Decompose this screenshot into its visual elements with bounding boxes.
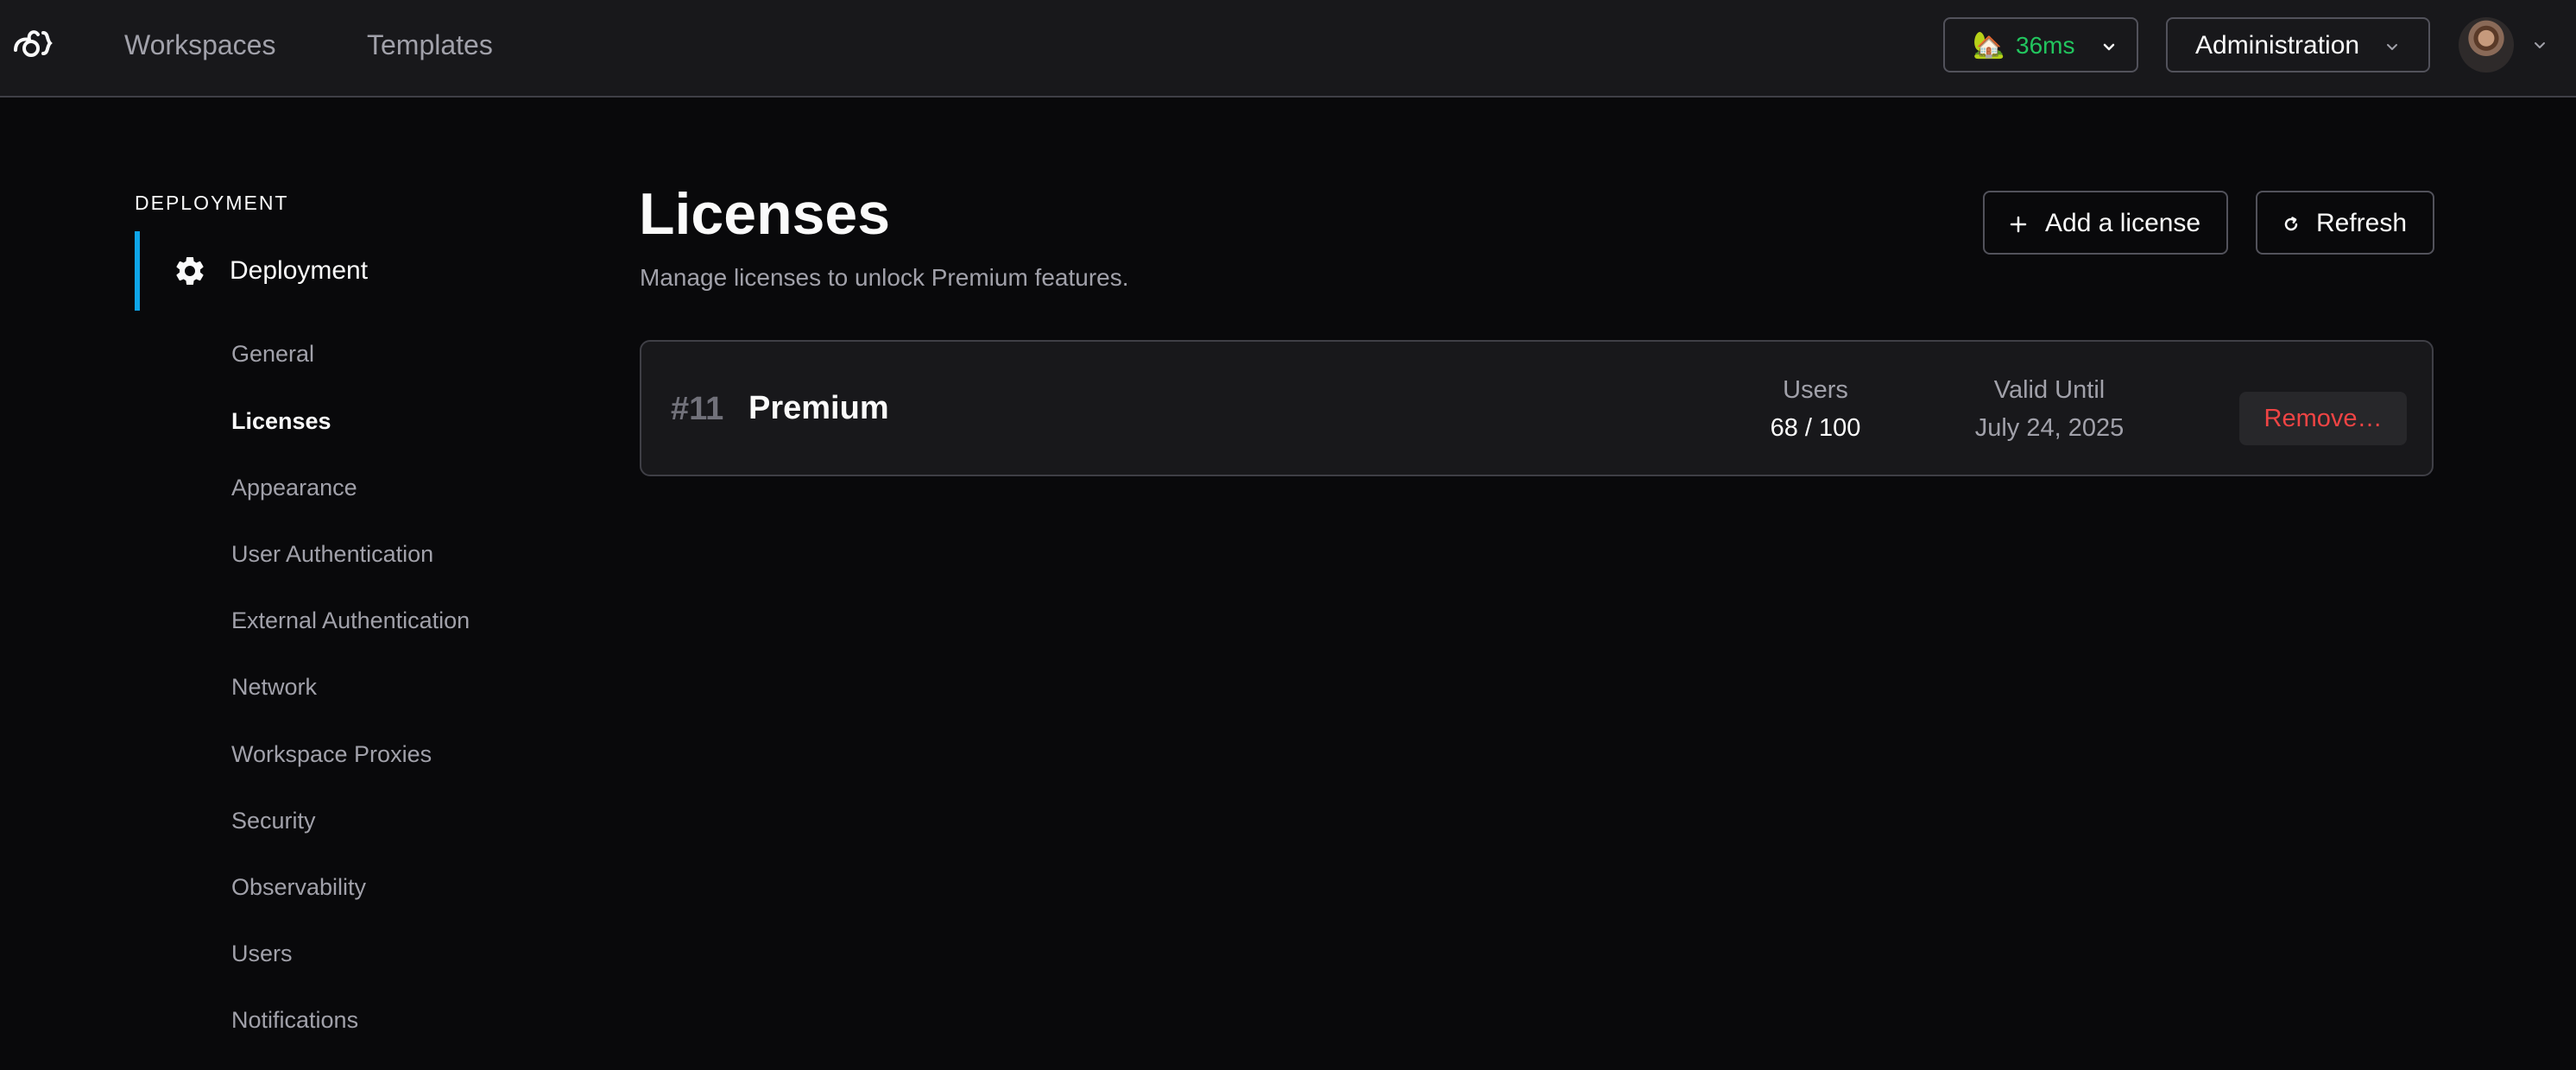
chevron-down-icon[interactable] [2531,36,2548,54]
sidebar-section-label: Deployment [230,256,369,285]
active-indicator [135,231,140,311]
sidebar-item-users[interactable]: Users [231,939,293,968]
nav-workspaces-link[interactable]: Workspaces [124,26,275,64]
refresh-button[interactable]: Refresh [2256,191,2434,255]
chevron-down-icon [2103,43,2115,51]
sidebar-section-deployment[interactable]: Deployment [135,231,566,311]
proxy-latency: 36ms [2016,32,2075,59]
add-license-label: Add a license [2045,209,2201,237]
sidebar-item-security[interactable]: Security [231,806,316,835]
valid-until-label: Valid Until [1993,376,2106,404]
license-name: Premium [748,390,889,426]
sidebar-item-observability[interactable]: Observability [231,872,366,902]
sidebar-item-licenses[interactable]: Licenses [231,406,331,436]
sidebar-item-user-authentication[interactable]: User Authentication [231,539,433,569]
gear-icon [176,256,204,285]
refresh-icon [2284,217,2298,231]
sidebar-item-notifications[interactable]: Notifications [231,1005,358,1035]
chevron-down-icon [2387,44,2397,50]
sidebar-item-external-authentication[interactable]: External Authentication [231,606,470,635]
users-label: Users [1783,376,1848,404]
add-license-button[interactable]: Add a license [1983,191,2228,255]
refresh-label: Refresh [2316,209,2408,237]
sidebar-item-appearance[interactable]: Appearance [231,473,357,502]
top-navbar: Workspaces Templates 🏡 36ms Administrati… [0,0,2576,98]
remove-license-button[interactable]: Remove… [2239,392,2407,445]
sidebar-heading: DEPLOYMENT [135,192,289,214]
proxy-house-icon: 🏡 [1973,31,2005,60]
proxy-selector-button[interactable]: 🏡 36ms [1943,17,2138,72]
remove-license-label: Remove… [2263,405,2383,432]
user-avatar[interactable] [2459,17,2514,72]
administration-menu-button[interactable]: Administration [2166,17,2430,72]
users-value: 68 / 100 [1770,414,1861,442]
coder-logo-icon[interactable] [12,24,57,62]
sidebar-item-network[interactable]: Network [231,672,317,702]
sidebar-item-workspace-proxies[interactable]: Workspace Proxies [231,740,432,769]
valid-until-value: July 24, 2025 [1974,414,2125,442]
sidebar-item-general[interactable]: General [231,339,314,368]
page-title: Licenses [639,181,891,247]
license-id: #11 [671,391,724,427]
page-subtitle: Manage licenses to unlock Premium featur… [640,264,1129,291]
administration-label: Administration [2195,31,2360,60]
nav-templates-link[interactable]: Templates [367,26,493,64]
license-card: #11 Premium Users 68 / 100 Valid Until J… [640,340,2434,476]
plus-icon [2010,216,2027,233]
